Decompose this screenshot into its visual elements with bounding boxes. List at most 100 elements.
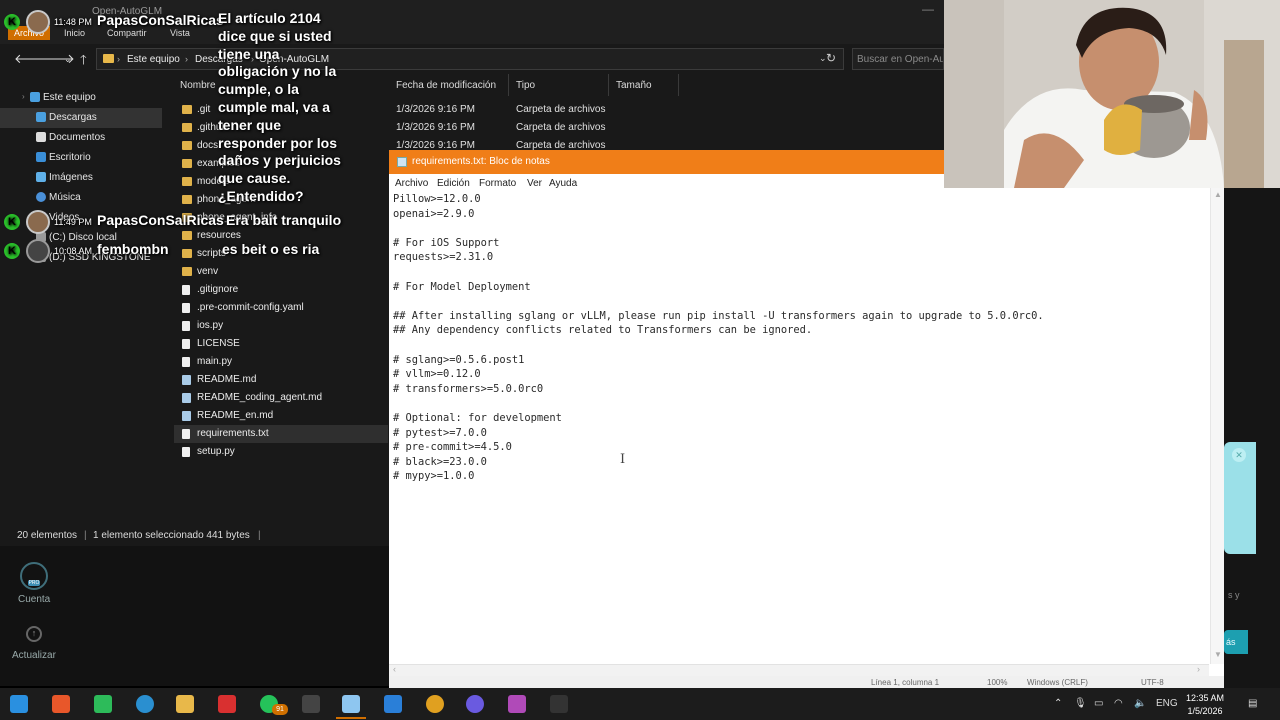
refresh-app-icon[interactable] [94,695,112,713]
column-header-fecha[interactable]: Fecha de modificación [396,80,496,91]
update-label[interactable]: Actualizar [12,650,56,661]
whatsapp-unread-badge: 91 [272,704,288,715]
close-icon[interactable]: ✕ [1232,448,1246,462]
file-name: main.py [197,356,233,367]
volume-icon[interactable]: 🔈 [1134,698,1146,709]
menu-formato[interactable]: Formato [479,178,516,189]
windows-start-icon[interactable] [10,695,28,713]
chat-username: PapasConSalRicas [97,12,224,28]
notepad-window-title: requirements.txt: Bloc de notas [412,156,550,167]
cursor-position: Línea 1, columna 1 [871,678,940,687]
file-type: Carpeta de archivos [516,104,606,115]
column-header-tamano[interactable]: Tamaño [616,80,652,91]
refresh-icon[interactable]: ↻ [826,51,836,65]
update-icon[interactable]: ↑ [26,626,42,642]
show-hidden-icons-icon[interactable]: ⌃ [1054,698,1062,709]
wifi-icon[interactable]: ◠ [1114,698,1123,709]
background-app-panel [1224,188,1280,688]
horizontal-scrollbar[interactable]: ‹ › [389,664,1209,676]
file-row[interactable]: LICENSE [174,335,388,353]
chat-text: es beit o es ria [222,241,320,257]
chrome-icon[interactable] [426,695,444,713]
markdown-file-icon [182,411,191,421]
scroll-left-icon[interactable]: ‹ [393,664,396,674]
panel-button[interactable]: ás [1224,630,1248,654]
file-row[interactable]: .pre-commit-config.yaml [174,299,388,317]
red-app-icon[interactable] [218,695,236,713]
panel-text-fragment: s y [1228,590,1240,600]
file-row[interactable]: setup.py [174,443,388,461]
chat-message: K 11:49 PM PapasConSalRicas Era bait tra… [4,210,354,234]
file-row[interactable]: README_coding_agent.md [174,389,388,407]
file-row[interactable]: README.md [174,371,388,389]
battery-icon[interactable]: ▭ [1094,698,1103,709]
edge-icon[interactable] [136,695,154,713]
notepad-icon[interactable] [336,695,366,719]
notepad-icon [397,157,407,167]
scroll-right-icon[interactable]: › [1197,664,1200,674]
file-name: requirements.txt [197,428,269,439]
file-explorer-icon[interactable] [176,695,194,713]
microphone-icon[interactable]: 🎙 [1074,698,1087,709]
notifications-icon[interactable]: ▤ [1248,698,1257,709]
file-icon [182,429,190,439]
minimize-button[interactable]: — [922,2,934,16]
markdown-file-icon [182,393,191,403]
blue-app-icon[interactable] [384,695,402,713]
chat-text: El artículo 2104 dice que si usted tiene… [218,10,341,204]
notepad-menubar: Archivo Edición Formato Ver Ayuda [389,174,944,192]
file-row[interactable]: .gitignore [174,281,388,299]
file-name: .gitignore [197,284,239,295]
file-icon [182,447,190,457]
menu-edicion[interactable]: Edición [437,178,470,189]
terminal-icon[interactable] [550,695,568,713]
menu-ver[interactable]: Ver [527,178,542,189]
chat-message: K 11:48 PM PapasConSalRicas El artículo … [4,10,354,214]
chat-message: K 10:08 AM fembombn es beit o es ria [4,239,354,263]
avatar [26,239,50,263]
file-icon [182,339,190,349]
file-row[interactable]: ios.py [174,317,388,335]
line-ending: Windows (CRLF) [1027,678,1088,687]
notification-popup[interactable]: ✕ [1224,442,1256,554]
kick-badge-icon: K [4,243,20,259]
webcam-image [944,0,1280,188]
desktop: Open-AutoGLM — Archivo Inicio Compartir … [0,0,1280,720]
file-icon [182,285,190,295]
search-input[interactable]: Buscar en Open-AutoGLM [852,48,944,70]
menu-ayuda[interactable]: Ayuda [549,178,577,189]
pro-badge: PRO [28,580,40,586]
item-count: 20 elementos [17,530,78,541]
encoding: UTF-8 [1141,678,1164,687]
scroll-up-icon[interactable]: ▲ [1214,190,1222,199]
column-header-tipo[interactable]: Tipo [516,80,535,91]
file-row[interactable]: main.py [174,353,388,371]
brave-icon[interactable] [52,695,70,713]
file-name: README.md [197,374,257,385]
obs-icon[interactable] [302,695,320,713]
file-row[interactable]: venv [174,263,388,281]
file-date: 1/3/2026 9:16 PM [396,122,475,133]
notepad-status-bar: Línea 1, columna 1 100% Windows (CRLF) U… [389,676,1224,688]
explorer-status-bar: 20 elementos | 1 elemento seleccionado 4… [17,530,261,541]
system-clock[interactable]: 12:35 AM 1/5/2026 [1186,692,1224,718]
file-row[interactable]: README_en.md [174,407,388,425]
file-name: README_coding_agent.md [197,392,323,403]
account-icon[interactable]: PRO [20,562,48,590]
language-indicator[interactable]: ENG [1156,698,1178,709]
clock-date: 1/5/2026 [1187,706,1223,716]
chat-timestamp: 10:08 AM [54,246,93,256]
file-name: LICENSE [197,338,240,349]
selection-info: 1 elemento seleccionado 441 bytes [93,530,250,541]
clock-time: 12:35 AM [1186,693,1225,703]
purple-app-icon[interactable] [508,695,526,713]
account-label[interactable]: Cuenta [18,594,50,605]
scroll-down-icon[interactable]: ▼ [1214,650,1222,659]
vertical-scrollbar[interactable]: ▲ ▼ [1210,188,1224,664]
discord-icon[interactable] [466,695,484,713]
notepad-titlebar[interactable]: requirements.txt: Bloc de notas [389,150,944,174]
notepad-text-area[interactable]: Pillow>=12.0.0 openai>=2.9.0 # For iOS S… [393,192,1229,672]
file-row[interactable]: requirements.txt [174,425,388,443]
text-cursor-icon: I [620,452,626,467]
menu-archivo[interactable]: Archivo [395,178,428,189]
